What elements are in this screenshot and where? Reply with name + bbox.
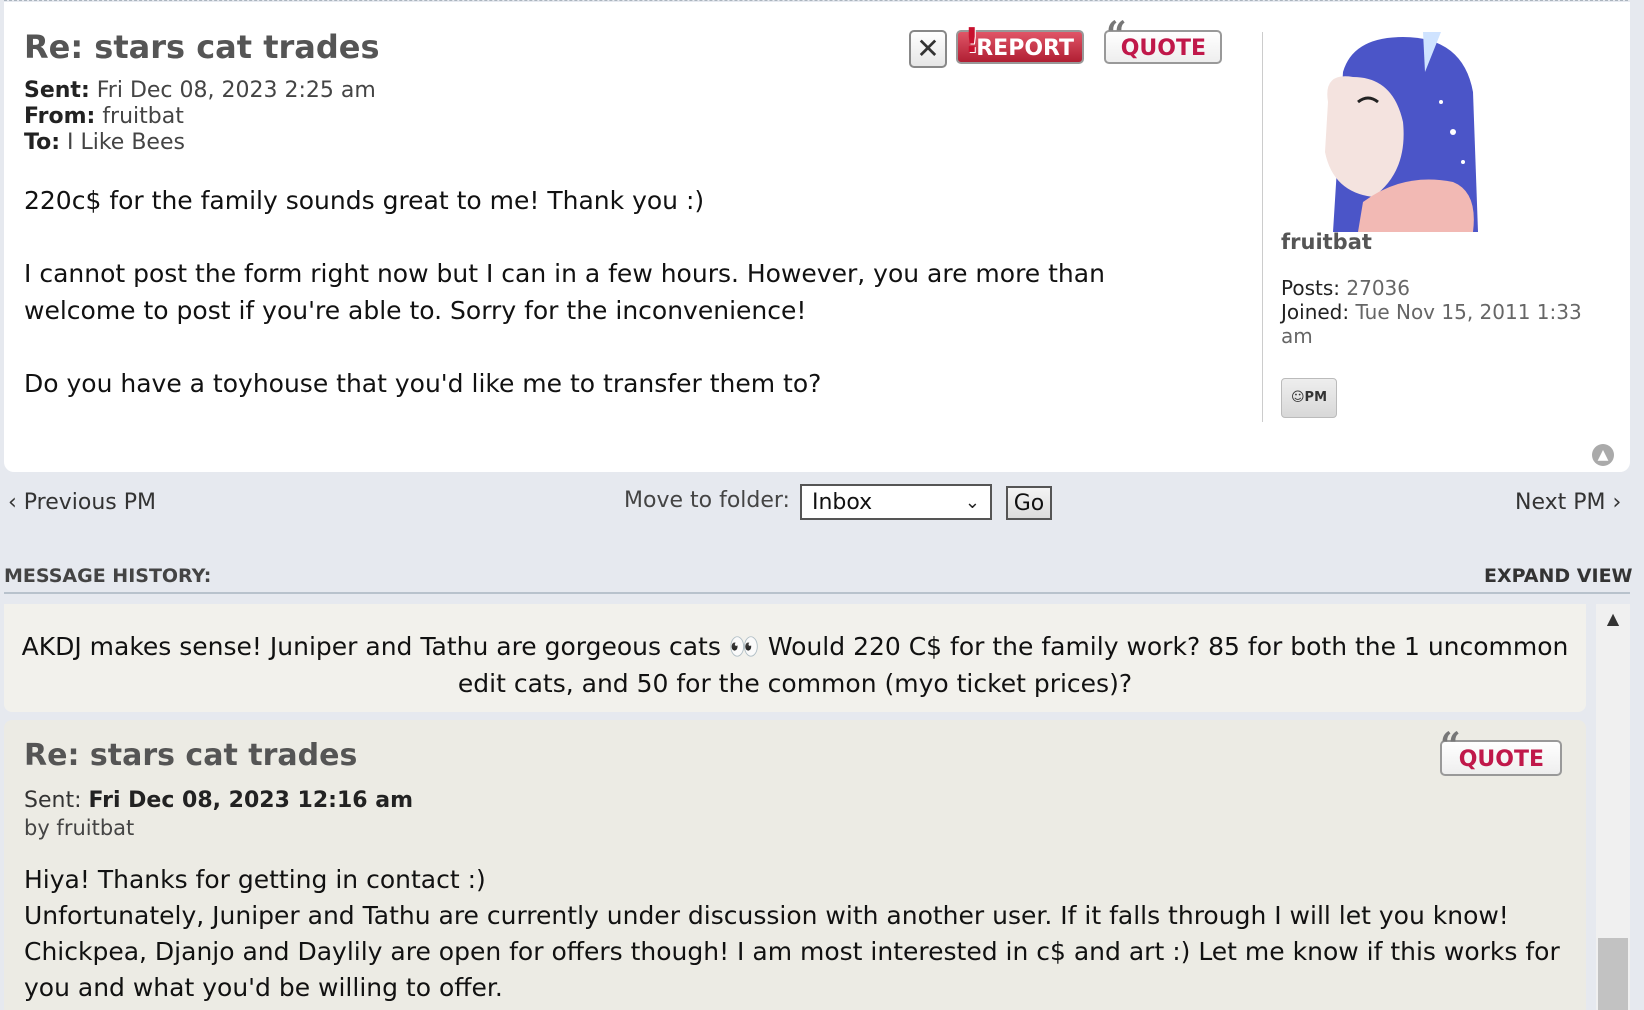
expand-view-link[interactable]: EXPAND VIEW (1484, 565, 1633, 587)
delete-button[interactable]: ✕ (909, 30, 947, 68)
history-message-title: Re: stars cat trades (24, 738, 358, 773)
user-icon: ☺ (1290, 390, 1305, 405)
history-author: by fruitbat (24, 816, 135, 840)
sent-value: Fri Dec 08, 2023 2:25 am (96, 78, 376, 103)
history-line: Hiya! Thanks for getting in contact :) (24, 865, 486, 894)
current-message: Re: stars cat trades ✕ ! REPORT “ QUOTE … (4, 2, 1630, 472)
pm-button[interactable]: ☺PM (1281, 378, 1337, 418)
pm-label: PM (1304, 390, 1328, 405)
avatar[interactable] (1313, 32, 1483, 232)
history-line: Chickpea, Djanjo and Daylily are open fo… (24, 937, 1560, 1002)
back-to-top-icon[interactable]: ▲ (1592, 444, 1614, 466)
quote-label: QUOTE (1458, 747, 1544, 772)
to-label: To: (24, 130, 60, 155)
history-sent: Sent: Fri Dec 08, 2023 12:16 am (24, 788, 413, 813)
next-pm-label: Next PM (1515, 490, 1606, 515)
sender-profile: fruitbat Posts: 27036 Joined: Tue Nov 15… (1262, 32, 1613, 422)
chevron-down-icon: ⌄ (964, 492, 980, 513)
top-divider (4, 0, 1628, 1)
posts-label: Posts: (1281, 276, 1341, 300)
chevron-right-icon: › (1605, 490, 1622, 515)
sent-label: Sent: (24, 78, 90, 103)
message-paragraph: Do you have a toyhouse that you'd like m… (24, 369, 822, 398)
next-pm-link[interactable]: Next PM › (1515, 490, 1621, 515)
message-body: 220c$ for the family sounds great to me!… (24, 182, 1224, 438)
scroll-up-arrow-icon[interactable]: ▲ (1596, 604, 1630, 634)
message-meta: Sent: Fri Dec 08, 2023 2:25 am From: fru… (24, 78, 376, 156)
report-button[interactable]: ! REPORT (956, 24, 1084, 64)
profile-username[interactable]: fruitbat (1281, 230, 1372, 254)
history-message: Re: stars cat trades “ QUOTE Sent: Fri D… (4, 720, 1586, 1010)
move-to-folder-label: Move to folder: (624, 488, 790, 513)
joined-label: Joined: (1281, 300, 1350, 324)
report-label: REPORT (976, 36, 1074, 61)
message-paragraph: I cannot post the form right now but I c… (24, 259, 1105, 325)
message-paragraph: 220c$ for the family sounds great to me!… (24, 186, 705, 215)
folder-selected-value: Inbox (812, 490, 873, 515)
exclamation-icon: ! (964, 21, 980, 61)
history-scrollbar[interactable]: ▲ (1596, 604, 1630, 1010)
posts-value[interactable]: 27036 (1346, 276, 1410, 300)
history-quote-button[interactable]: “ QUOTE (1440, 728, 1562, 776)
previous-pm-link[interactable]: ‹ Previous PM (8, 490, 156, 515)
history-message-body: Hiya! Thanks for getting in contact :) U… (24, 862, 1574, 1006)
profile-info: Posts: 27036 Joined: Tue Nov 15, 2011 1:… (1281, 276, 1606, 348)
message-history-panel[interactable]: AKDJ makes sense! Juniper and Tathu are … (4, 604, 1592, 1010)
folder-select[interactable]: Inbox ⌄ (800, 484, 992, 520)
chevron-left-icon: ‹ (8, 490, 24, 515)
go-button[interactable]: Go (1006, 486, 1052, 520)
message-title: Re: stars cat trades (24, 28, 380, 66)
to-value[interactable]: I Like Bees (67, 130, 185, 155)
history-line: Unfortunately, Juniper and Tathu are cur… (24, 901, 1509, 930)
previous-pm-label: Previous PM (23, 490, 157, 515)
history-sent-value: Fri Dec 08, 2023 12:16 am (88, 788, 414, 813)
quote-button[interactable]: “ QUOTE (1104, 17, 1222, 64)
from-label: From: (24, 104, 96, 129)
from-value[interactable]: fruitbat (102, 104, 184, 129)
history-sent-label: Sent: (24, 788, 82, 813)
quote-mark-icon: “ (1106, 14, 1127, 56)
quote-label: QUOTE (1120, 36, 1206, 61)
scroll-thumb[interactable] (1598, 938, 1628, 1010)
history-message-body: AKDJ makes sense! Juniper and Tathu are … (21, 632, 1569, 698)
history-message: AKDJ makes sense! Juniper and Tathu are … (4, 604, 1586, 712)
quote-mark-icon: “ (1440, 725, 1461, 767)
history-divider (4, 592, 1630, 594)
message-history-label: MESSAGE HISTORY: (4, 565, 212, 587)
